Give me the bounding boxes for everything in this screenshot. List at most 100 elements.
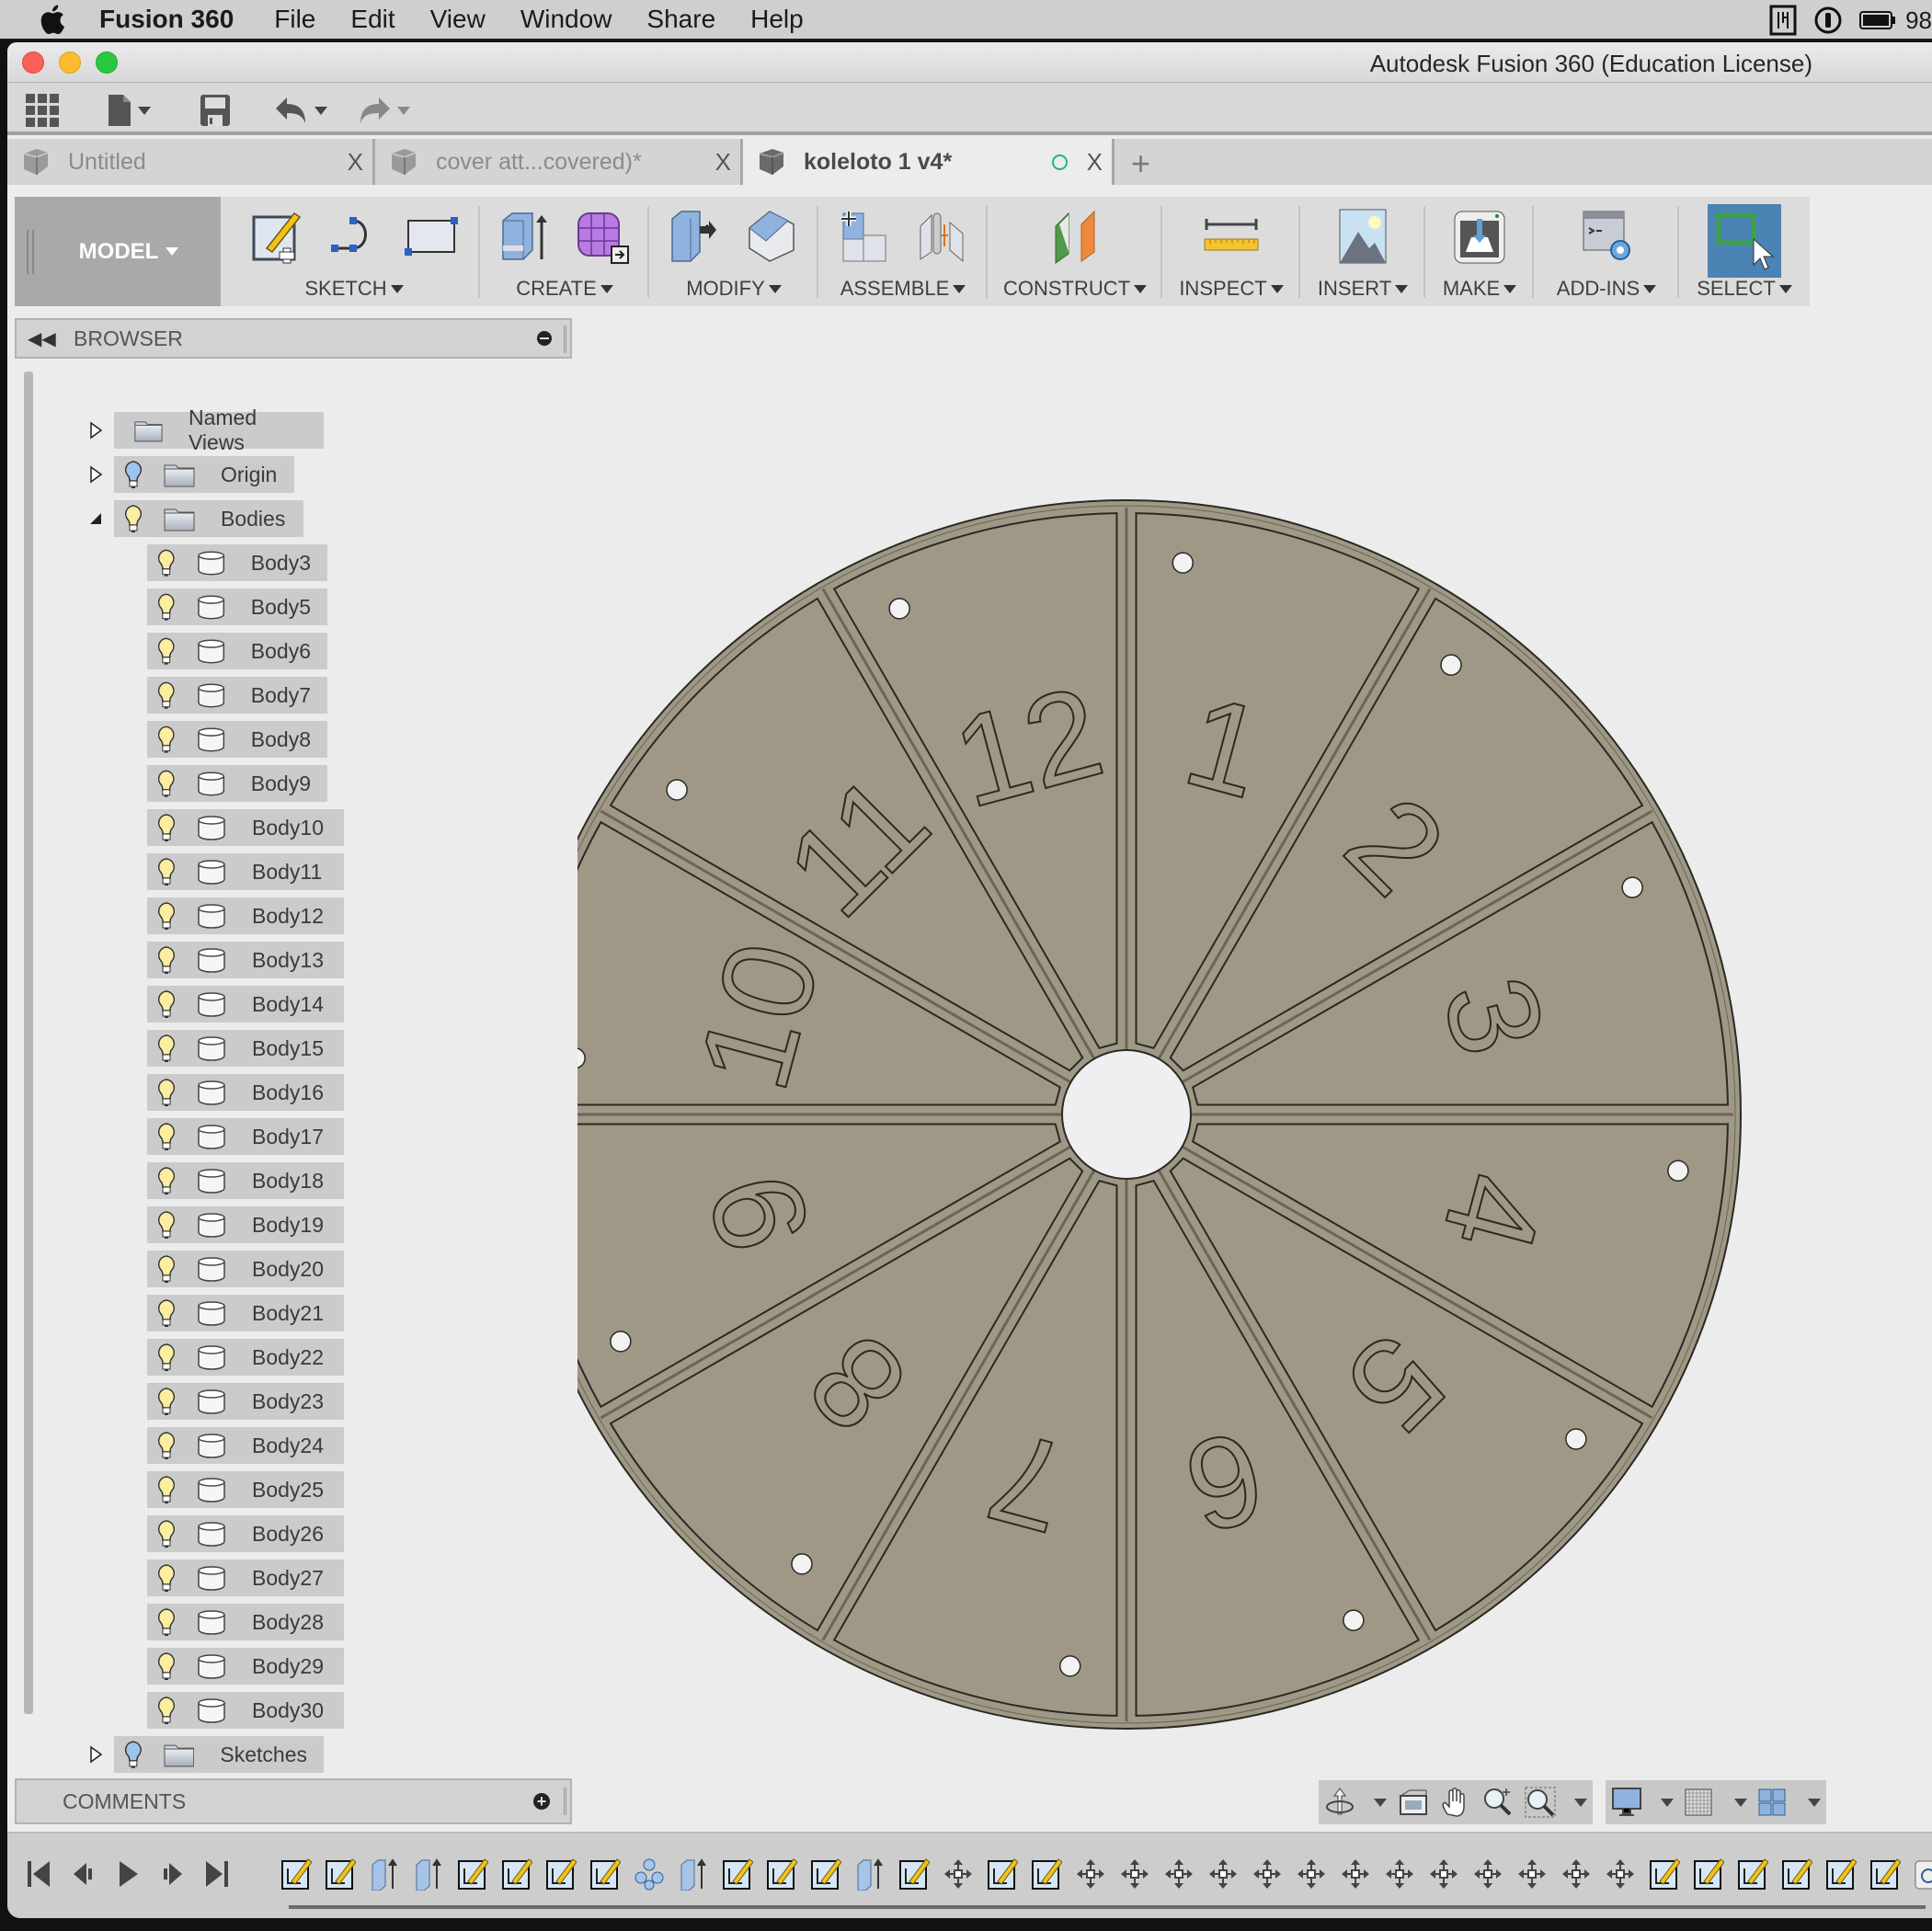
group-label[interactable]: CONSTRUCT: [1003, 277, 1130, 301]
timeline-move-feature[interactable]: [1422, 1857, 1466, 1891]
timeline-move-feature[interactable]: [1598, 1857, 1642, 1891]
visibility-bulb-on-icon[interactable]: [156, 901, 177, 931]
timeline-extrude-feature[interactable]: [362, 1857, 406, 1891]
timeline-sketch-feature[interactable]: [804, 1857, 848, 1891]
browser-folder-named-views[interactable]: Named Views: [7, 406, 568, 454]
browser-body-item[interactable]: Body7: [7, 677, 568, 714]
file-menu-button[interactable]: [109, 94, 151, 127]
timeline-move-feature[interactable]: [1289, 1857, 1333, 1891]
mounting-hole[interactable]: [666, 779, 688, 801]
mounting-hole[interactable]: [1440, 654, 1462, 676]
visibility-bulb-on-icon[interactable]: [156, 1519, 177, 1548]
group-label[interactable]: ASSEMBLE: [840, 277, 950, 301]
scripts-addins-icon[interactable]: [1578, 208, 1635, 265]
visibility-bulb-on-icon[interactable]: [156, 1298, 177, 1328]
visibility-bulb-on-icon[interactable]: [156, 636, 177, 666]
browser-folder-bodies[interactable]: Bodies: [7, 500, 568, 537]
rectangle-icon[interactable]: [403, 208, 460, 265]
timeline-move-feature[interactable]: [1113, 1857, 1157, 1891]
browser-body-item[interactable]: Body27: [7, 1560, 568, 1596]
go-to-end-icon[interactable]: [202, 1859, 230, 1889]
expand-toggle-closed-icon[interactable]: [86, 1745, 105, 1764]
timeline-move-feature[interactable]: [1069, 1857, 1113, 1891]
browser-body-item[interactable]: Body15: [7, 1030, 568, 1067]
timeline-sketch-feature[interactable]: [715, 1857, 760, 1891]
visibility-bulb-on-icon[interactable]: [156, 1166, 177, 1195]
data-panel-button[interactable]: [26, 94, 59, 127]
browser-body-item[interactable]: Body14: [7, 986, 568, 1023]
undo-button[interactable]: [276, 94, 327, 127]
mounting-hole[interactable]: [1667, 1160, 1689, 1183]
browser-folder-origin[interactable]: Origin: [7, 456, 568, 493]
expand-toggle-open-icon[interactable]: [86, 509, 105, 528]
browser-body-item[interactable]: Body28: [7, 1604, 568, 1640]
model-disc[interactable]: 123456789101112: [577, 318, 1932, 1831]
window-minimize-button[interactable]: [59, 51, 81, 74]
mounting-hole[interactable]: [1343, 1609, 1365, 1631]
timeline-extrude-feature[interactable]: [406, 1857, 451, 1891]
mounting-hole[interactable]: [1172, 552, 1195, 574]
visibility-bulb-on-icon[interactable]: [156, 548, 177, 577]
look-at-button[interactable]: [1398, 1787, 1429, 1818]
visibility-bulb-off-icon[interactable]: [123, 460, 143, 489]
timeline-move-feature[interactable]: [936, 1857, 980, 1891]
visibility-bulb-off-icon[interactable]: [123, 1740, 143, 1769]
menu-share[interactable]: Share: [646, 5, 715, 34]
browser-body-item[interactable]: Body12: [7, 897, 568, 934]
browser-body-item[interactable]: Body17: [7, 1118, 568, 1155]
group-label[interactable]: CREATE: [516, 277, 597, 301]
group-label[interactable]: INSPECT: [1179, 277, 1266, 301]
create-form-icon[interactable]: [575, 208, 632, 265]
insert-image-icon[interactable]: [1334, 208, 1391, 265]
mounting-hole[interactable]: [610, 1331, 632, 1353]
mounting-hole[interactable]: [1621, 876, 1643, 898]
visibility-bulb-on-icon[interactable]: [156, 725, 177, 754]
timeline-move-feature[interactable]: [1554, 1857, 1598, 1891]
visibility-bulb-on-icon[interactable]: [156, 1475, 177, 1504]
timeline-sketch-feature[interactable]: [1775, 1857, 1819, 1891]
fit-button[interactable]: [1525, 1787, 1556, 1818]
visibility-bulb-on-icon[interactable]: [156, 1343, 177, 1372]
chevron-down-icon[interactable]: [1374, 1798, 1387, 1807]
menu-help[interactable]: Help: [750, 5, 804, 34]
browser-body-item[interactable]: Body9: [7, 765, 568, 802]
timeline-sketch-feature[interactable]: [539, 1857, 583, 1891]
timeline-sketch-feature[interactable]: [1863, 1857, 1907, 1891]
pan-button[interactable]: [1440, 1787, 1471, 1818]
center-hole[interactable]: [1061, 1049, 1192, 1180]
display-settings-button[interactable]: [1611, 1787, 1642, 1818]
menu-view[interactable]: View: [430, 5, 486, 34]
step-forward-icon[interactable]: [158, 1859, 186, 1889]
group-label[interactable]: SKETCH: [304, 277, 386, 301]
browser-body-item[interactable]: Body18: [7, 1162, 568, 1199]
timeline-extrude-feature[interactable]: [848, 1857, 892, 1891]
tab-close-button[interactable]: X: [715, 148, 731, 177]
browser-body-item[interactable]: Body16: [7, 1074, 568, 1111]
new-tab-button[interactable]: +: [1131, 144, 1150, 183]
title-bar[interactable]: Autodesk Fusion 360 (Education License): [7, 42, 1932, 83]
save-button[interactable]: [200, 94, 230, 127]
browser-body-item[interactable]: Body13: [7, 942, 568, 978]
measure-icon[interactable]: [1203, 208, 1260, 265]
select-icon[interactable]: [1708, 204, 1781, 278]
browser-panel-header[interactable]: ◀◀ BROWSER: [15, 318, 572, 359]
group-label[interactable]: MODIFY: [686, 277, 765, 301]
browser-body-item[interactable]: Body25: [7, 1471, 568, 1508]
menu-file[interactable]: File: [274, 5, 315, 34]
offset-plane-icon[interactable]: [1046, 208, 1103, 265]
ribbon-grip[interactable]: [27, 230, 34, 274]
visibility-bulb-on-icon[interactable]: [156, 680, 177, 710]
visibility-bulb-on-icon[interactable]: [156, 1210, 177, 1240]
menu-edit[interactable]: Edit: [350, 5, 394, 34]
resize-handle[interactable]: [564, 1788, 566, 1815]
timeline-move-feature[interactable]: [1510, 1857, 1554, 1891]
browser-body-item[interactable]: Body21: [7, 1295, 568, 1331]
visibility-bulb-on-icon[interactable]: [156, 1387, 177, 1416]
timeline-sketch-feature[interactable]: [980, 1857, 1024, 1891]
go-to-start-icon[interactable]: [26, 1859, 53, 1889]
arc-icon[interactable]: [326, 208, 383, 265]
browser-body-item[interactable]: Body23: [7, 1383, 568, 1420]
step-back-icon[interactable]: [70, 1859, 97, 1889]
timeline-move-feature[interactable]: [1201, 1857, 1245, 1891]
visibility-bulb-on-icon[interactable]: [156, 989, 177, 1019]
